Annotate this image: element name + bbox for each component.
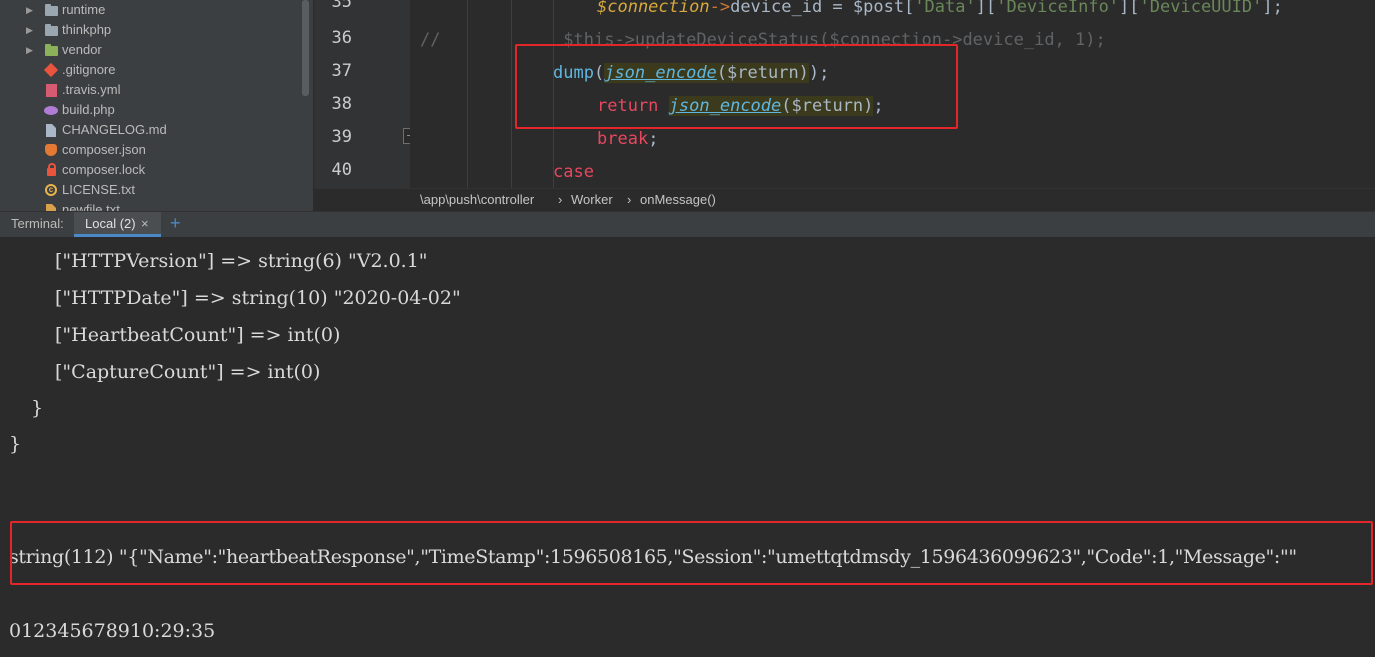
folder-icon [44,3,58,17]
folder-icon [44,23,58,37]
breadcrumb-item[interactable]: Worker [571,189,613,210]
tree-item-label: composer.json [62,142,146,157]
terminal-toolbar: Terminal: Local (2) × + [0,211,1375,237]
tree-item-label: .travis.yml [62,82,121,97]
line-number: 39 [331,127,352,147]
tree-item-label: thinkphp [62,22,112,37]
json-icon [44,143,58,157]
code-token: device_id = $post[ [730,0,915,17]
line-number: 37 [331,61,352,81]
php-icon [44,103,58,117]
vendor-folder-icon [44,43,58,57]
git-icon [43,62,59,78]
code-token: -> [709,0,731,17]
line-number: 35 [331,0,352,12]
tab-local-2[interactable]: Local (2) × [74,212,161,237]
line-number: 40 [331,160,352,180]
terminal-label: Terminal: [11,216,64,231]
tree-item-label: CHANGELOG.md [62,122,167,137]
code-token: 'Data' [914,0,976,17]
add-tab-icon[interactable]: + [170,213,181,234]
breadcrumb-item[interactable]: \app\push\controller [420,189,534,210]
license-icon: c [44,183,58,197]
tree-item-label: newfile.txt [62,202,120,211]
sidebar-scrollbar[interactable] [302,0,309,96]
expand-arrow-icon[interactable]: ▶ [26,20,33,40]
editor-gutter: 35 36 37 38 39 40 [314,0,410,188]
file-icon [44,123,58,137]
terminal-line: ["HTTPVersion"] => string(6) "V2.0.1" [55,250,428,272]
line-number: 38 [331,94,352,114]
code-token: ][ [975,0,997,17]
code-line-35: $connection->device_id = $post['Data']['… [597,0,1283,22]
terminal-output[interactable]: ["HTTPVersion"] => string(6) "V2.0.1" ["… [0,237,1375,657]
tab-label: Local (2) [85,216,136,231]
tree-item-label: .gitignore [62,62,116,77]
terminal-line: ["HTTPDate"] => string(10) "2020-04-02" [55,287,461,309]
code-token: case [553,162,594,182]
line-number: 36 [331,28,352,48]
tree-item-label: LICENSE.txt [62,182,135,197]
terminal-line: 012345678910:29:35 [9,620,216,642]
code-token: break [597,129,649,149]
expand-arrow-icon[interactable]: ▶ [26,40,33,60]
code-line-40: case [553,157,594,187]
expand-arrow-icon[interactable]: ▶ [26,0,33,20]
terminal-line: } [31,397,44,419]
yml-icon [44,83,58,97]
terminal-line: ["HeartbeatCount"] => int(0) [55,324,341,346]
breadcrumb-separator: › [558,192,563,207]
tree-item-label: build.php [62,102,115,117]
highlight-box-output [10,521,1373,585]
project-tree: ▶ runtime ▶ thinkphp ▶ vendor .gitignore… [0,0,313,211]
code-token: ]; [1262,0,1283,17]
code-token: ][ [1119,0,1140,17]
lock-icon [44,163,58,177]
breadcrumb-item[interactable]: onMessage() [640,189,716,210]
code-token: 'DeviceUUID' [1139,0,1263,17]
breadcrumb: \app\push\controller › Worker › onMessag… [314,188,1375,211]
terminal-line: } [9,433,22,455]
code-token: $connection [597,0,710,17]
tree-item-label: runtime [62,2,106,17]
file-icon [44,203,58,211]
code-token: 'DeviceInfo' [996,0,1120,17]
tree-item-label: vendor [62,42,102,57]
breadcrumb-separator: › [627,192,632,207]
terminal-line: ["CaptureCount"] => int(0) [55,361,321,383]
code-token: ; [648,129,659,149]
highlight-box-code [515,44,958,129]
close-icon[interactable]: × [141,216,149,231]
tree-item-label: composer.lock [62,162,146,177]
